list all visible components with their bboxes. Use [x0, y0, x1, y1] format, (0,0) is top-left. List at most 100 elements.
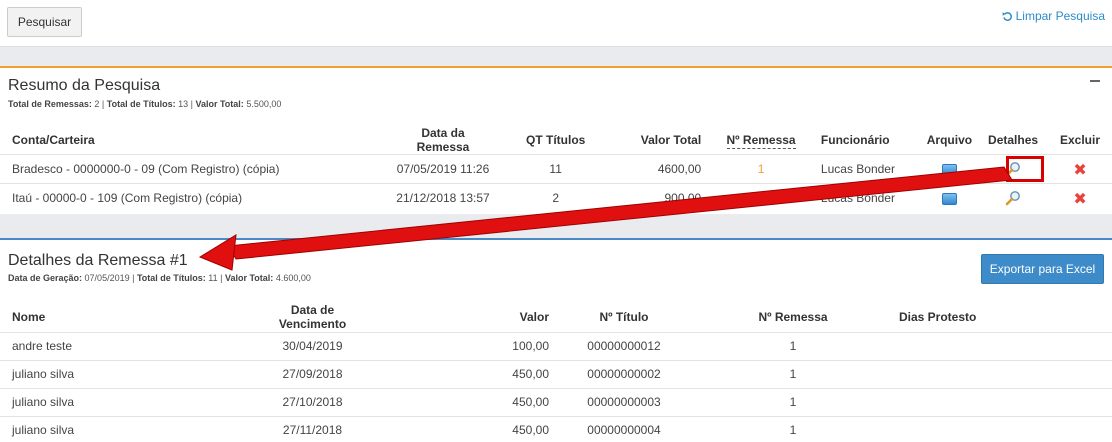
title-number-cell: 00000000012: [555, 331, 693, 360]
remessa-cell: 1: [693, 331, 893, 360]
minus-icon[interactable]: [1090, 80, 1100, 82]
details-cell: [978, 183, 1049, 213]
total-cell: 4600,00: [613, 154, 708, 184]
value-cell: 450,00: [375, 359, 555, 388]
table-row[interactable]: Itaú - 00000-0 - 109 (Com Registro) (cóp…: [0, 183, 1112, 213]
section-divider: [0, 46, 1112, 66]
name-cell: juliano silva: [0, 415, 250, 442]
stat-label: Valor Total:: [224, 273, 274, 283]
column-header[interactable]: Nº Título: [555, 302, 693, 332]
column-header[interactable]: Nº Remessa: [693, 302, 893, 332]
details-panel: Detalhes da Remessa #1 Data de Geração: …: [0, 238, 1112, 442]
search-button[interactable]: Pesquisar: [7, 7, 82, 37]
remessa-number-link[interactable]: 1: [707, 154, 815, 184]
close-icon[interactable]: ✖: [1073, 160, 1086, 179]
account-cell: Itaú - 00000-0 - 109 (Com Registro) (cóp…: [0, 183, 389, 213]
value-cell: 450,00: [375, 415, 555, 442]
stat-label: Total de Títulos:: [106, 99, 176, 109]
value-cell: 100,00: [375, 331, 555, 360]
summary-title: Resumo da Pesquisa: [8, 77, 161, 94]
column-header[interactable]: Valor Total: [613, 126, 707, 155]
protest-days-cell: [893, 415, 1112, 442]
details-stats: Data de Geração: 07/05/2019 | Total de T…: [8, 273, 311, 283]
table-row[interactable]: juliano silva 27/09/2018 450,00 00000000…: [0, 359, 1112, 388]
file-cell: [920, 154, 979, 184]
qty-cell: 11: [497, 154, 614, 184]
column-header[interactable]: Funcionário: [815, 126, 921, 155]
clear-search-label[interactable]: Limpar Pesquisa: [1016, 9, 1105, 23]
stat-label: Data de Geração:: [8, 273, 83, 283]
column-header[interactable]: Data da Remessa: [388, 126, 498, 155]
value-cell: 450,00: [375, 387, 555, 416]
annotation-highlight-box: [1006, 156, 1044, 182]
column-header[interactable]: Valor: [375, 302, 555, 332]
delete-cell: ✖: [1048, 154, 1112, 184]
titulos-table: Nome Data de Vencimento Valor Nº Título …: [0, 302, 1112, 442]
table-row[interactable]: juliano silva 27/11/2018 450,00 00000000…: [0, 415, 1112, 442]
table-header-row: Conta/Carteira Data da Remessa QT Título…: [0, 126, 1112, 155]
remessa-cell: 1: [693, 387, 893, 416]
file-icon[interactable]: [941, 163, 957, 176]
remessas-table: Conta/Carteira Data da Remessa QT Título…: [0, 126, 1112, 213]
column-header[interactable]: Nome: [0, 302, 250, 332]
stat-value: 4.600,00: [275, 273, 311, 283]
column-header: Excluir: [1060, 133, 1101, 147]
account-cell: Bradesco - 0000000-0 - 09 (Com Registro)…: [0, 154, 389, 184]
column-header: Detalhes: [988, 133, 1039, 147]
stat-value: 07/05/2019: [84, 273, 130, 283]
section-divider: [0, 214, 1112, 238]
date-cell: 07/05/2019 11:26: [388, 154, 498, 184]
magnifier-icon[interactable]: [1005, 190, 1021, 206]
column-header[interactable]: QT Títulos: [498, 126, 614, 155]
undo-icon: [1002, 11, 1012, 21]
stat-value: 5.500,00: [246, 99, 282, 109]
search-toolbar: Pesquisar Limpar Pesquisa: [0, 0, 1112, 46]
file-icon[interactable]: [941, 193, 957, 206]
table-row[interactable]: juliano silva 27/10/2018 450,00 00000000…: [0, 387, 1112, 416]
table-row[interactable]: Bradesco - 0000000-0 - 09 (Com Registro)…: [0, 154, 1112, 184]
column-header[interactable]: Dias Protesto: [893, 302, 1112, 332]
delete-cell: ✖: [1048, 183, 1112, 213]
remessa-header-label[interactable]: Nº Remessa: [726, 133, 796, 149]
remessa-number-link[interactable]: 1: [707, 183, 815, 213]
stat-label: Total de Títulos:: [136, 273, 206, 283]
details-title: Detalhes da Remessa #1: [8, 252, 188, 269]
employee-cell: Lucas Bonder: [814, 154, 921, 184]
stat-value: 11: [208, 273, 218, 283]
due-date-cell: 27/09/2018: [250, 359, 375, 388]
export-excel-button[interactable]: Exportar para Excel: [981, 254, 1104, 284]
due-date-cell: 27/11/2018: [250, 415, 375, 442]
table-header-row: Nome Data de Vencimento Valor Nº Título …: [0, 302, 1112, 332]
date-cell: 21/12/2018 13:57: [388, 183, 498, 213]
protest-days-cell: [893, 359, 1112, 388]
file-cell: [920, 183, 979, 213]
protest-days-cell: [893, 331, 1112, 360]
name-cell: juliano silva: [0, 387, 250, 416]
title-number-cell: 00000000002: [555, 359, 693, 388]
clear-search-link[interactable]: Limpar Pesquisa: [1002, 9, 1105, 23]
remessa-cell: 1: [693, 359, 893, 388]
stat-label: Valor Total:: [195, 99, 244, 109]
column-header: Arquivo: [926, 133, 973, 147]
close-icon[interactable]: ✖: [1073, 189, 1086, 208]
table-row[interactable]: andre teste 30/04/2019 100,00 0000000001…: [0, 331, 1112, 360]
stat-value: 13: [178, 99, 189, 109]
column-header[interactable]: Nº Remessa: [707, 126, 815, 155]
qty-cell: 2: [497, 183, 614, 213]
summary-panel: Resumo da Pesquisa Total de Remessas: 2 …: [0, 66, 1112, 214]
due-date-cell: 30/04/2019: [250, 331, 375, 360]
remessa-cell: 1: [693, 415, 893, 442]
protest-days-cell: [893, 387, 1112, 416]
column-header[interactable]: Data de Vencimento: [250, 302, 375, 332]
stat-label: Total de Remessas:: [8, 99, 92, 109]
total-cell: 900,00: [613, 183, 708, 213]
due-date-cell: 27/10/2018: [250, 387, 375, 416]
stat-value: 2: [94, 99, 100, 109]
name-cell: andre teste: [0, 331, 250, 360]
title-number-cell: 00000000004: [555, 415, 693, 442]
name-cell: juliano silva: [0, 359, 250, 388]
title-number-cell: 00000000003: [555, 387, 693, 416]
summary-stats: Total de Remessas: 2 | Total de Títulos:…: [8, 99, 282, 109]
employee-cell: Lucas Bonder: [814, 183, 921, 213]
column-header[interactable]: Conta/Carteira: [0, 126, 388, 155]
